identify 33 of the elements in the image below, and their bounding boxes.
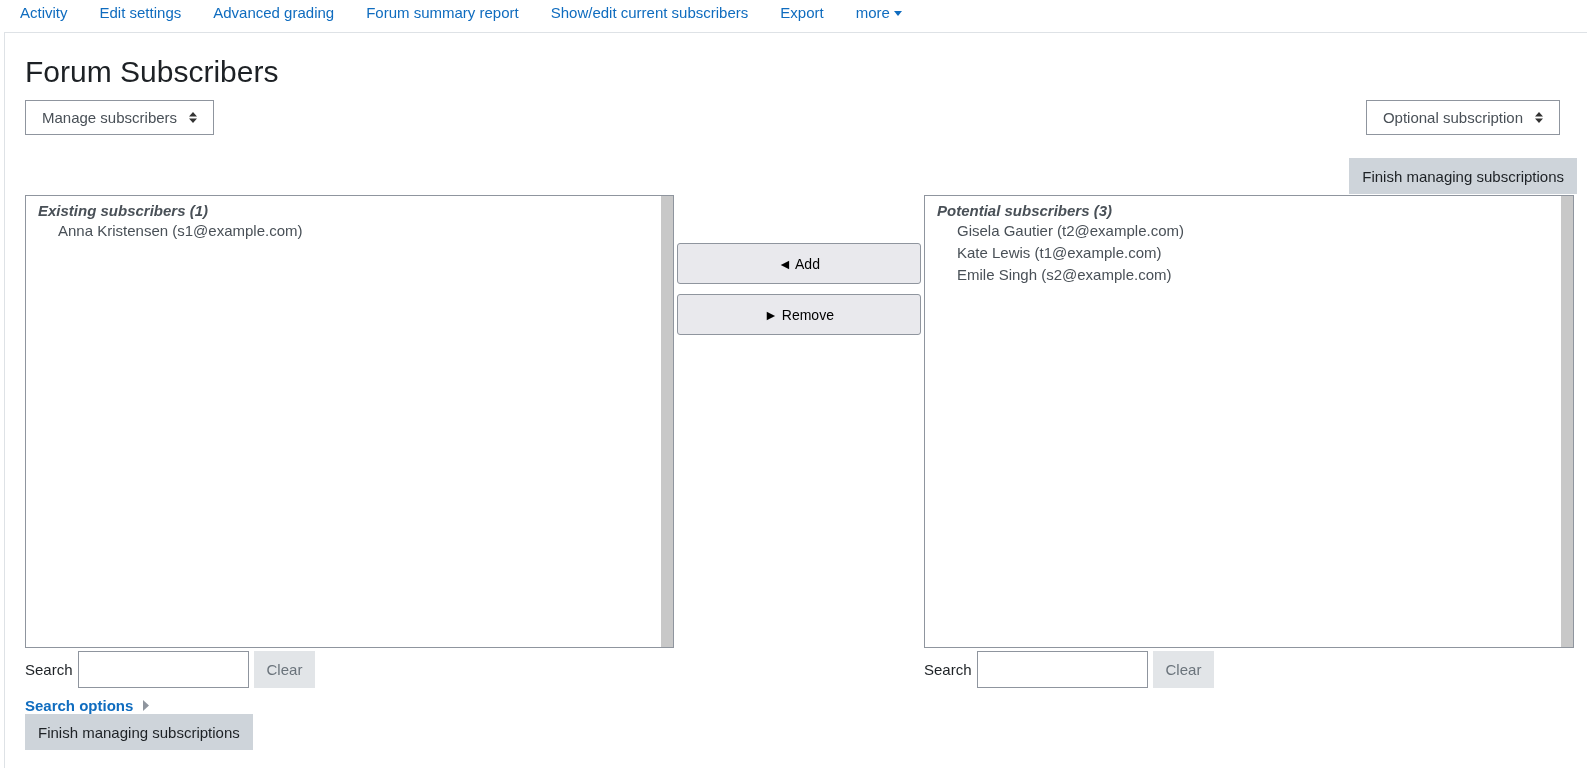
scrollbar[interactable] (661, 196, 673, 647)
nav-tab[interactable]: Edit settings (83, 4, 198, 21)
nav-tab[interactable]: Export (764, 4, 840, 21)
nav-tab[interactable]: Show/edit current subscribers (534, 4, 765, 21)
user-option[interactable]: Kate Lewis (t1@example.com) (937, 242, 1549, 264)
user-option[interactable]: Emile Singh (s2@example.com) (937, 264, 1549, 286)
move-button[interactable]: ◄ Add (677, 243, 921, 284)
view-select[interactable]: Manage subscribers (25, 100, 215, 135)
search-field[interactable] (77, 651, 249, 688)
search-label: Search (25, 661, 73, 678)
nav-tab[interactable]: more (839, 4, 918, 21)
search-label: Search (924, 661, 972, 678)
user-listbox[interactable]: Existing subscribers (1) Anna Kristensen (s1@example.com) (25, 195, 674, 648)
nav-tab[interactable]: Activity (4, 4, 84, 21)
sort-arrows-icon (1535, 112, 1543, 123)
list-group-heading: Existing subscribers (1) (38, 202, 210, 220)
search-options-link[interactable]: Search options (25, 696, 134, 714)
subscription-mode-select[interactable]: Optional subscription (1365, 100, 1560, 135)
finish-button[interactable]: Finish managing subscriptions (25, 714, 253, 750)
expand-arrow-icon (143, 699, 150, 711)
nav-tab[interactable]: Forum summary report (350, 4, 535, 21)
nav-tab[interactable]: Advanced grading (197, 4, 351, 21)
move-button[interactable]: ► Remove (677, 294, 921, 335)
page-title: Forum Subscribers (25, 54, 280, 90)
user-option[interactable]: Gisela Gautier (t2@example.com) (937, 220, 1549, 242)
search-field[interactable] (976, 651, 1148, 688)
scrollbar[interactable] (1561, 196, 1573, 647)
caret-icon (893, 10, 902, 16)
finish-button[interactable]: Finish managing subscriptions (1349, 158, 1577, 194)
sort-arrows-icon (189, 112, 198, 123)
user-listbox[interactable]: Potential subscribers (3) Gisela Gautier (t2@example.com) Kate Lewis (t1@example.com) Emile Singh (s2@example.com) (924, 195, 1574, 648)
list-group-heading: Potential subscribers (3) (937, 202, 1114, 220)
user-option[interactable]: Anna Kristensen (s1@example.com) (38, 220, 649, 242)
